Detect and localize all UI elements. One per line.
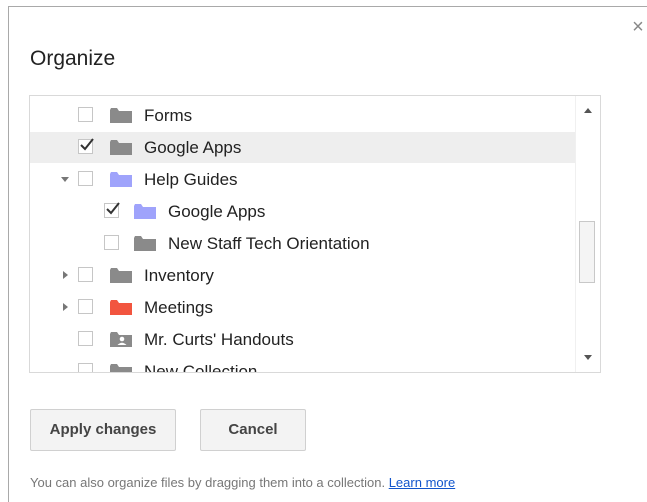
tree-item-label: Google Apps (144, 138, 242, 157)
checkbox[interactable] (78, 171, 93, 186)
tree-item-help-guides-google-apps[interactable]: Google Apps (30, 196, 577, 227)
tree-item-new-collection[interactable]: New Collection (30, 356, 577, 373)
tree-item-label: Meetings (144, 298, 213, 317)
tree-scrollbar[interactable] (575, 96, 600, 372)
checkmark-icon (80, 138, 94, 151)
tree-item-inventory[interactable]: Inventory (30, 260, 577, 291)
tree-item-label: Forms (144, 106, 193, 125)
footer-text: You can also organize files by dragging … (30, 475, 386, 490)
collapse-arrow-icon[interactable] (63, 271, 68, 279)
close-icon[interactable]: × (629, 17, 647, 37)
tree-item-label: Mr. Curts' Handouts (144, 330, 294, 349)
collapse-arrow-icon[interactable] (63, 303, 68, 311)
checkbox[interactable] (78, 363, 93, 372)
tree-item-label: New Collection (144, 362, 258, 373)
tree-item-help-guides[interactable]: Help Guides (30, 164, 577, 195)
tree-item-label: Google Apps (168, 202, 266, 221)
checkbox[interactable] (78, 299, 93, 314)
scroll-down-arrow-icon[interactable] (584, 355, 592, 360)
tree-item-new-staff-tech-orientation[interactable]: New Staff Tech Orientation (30, 228, 577, 259)
purple-folder-icon (110, 172, 132, 187)
tree-item-google-apps[interactable]: Google Apps (30, 132, 577, 163)
footer-hint: You can also organize files by dragging … (30, 475, 455, 490)
gray-folder-icon (110, 108, 132, 123)
organize-dialog: Organize × Forms Google Apps Help Guides (8, 6, 647, 502)
red-folder-icon (110, 300, 132, 315)
tree-item-label: Inventory (144, 266, 214, 285)
apply-changes-button[interactable]: Apply changes (30, 409, 176, 451)
cancel-button[interactable]: Cancel (200, 409, 306, 451)
checkbox[interactable] (78, 267, 93, 282)
collection-tree: Forms Google Apps Help Guides Google App… (29, 95, 601, 373)
gray-folder-icon (110, 140, 132, 155)
purple-folder-icon (134, 204, 156, 219)
gray-folder-icon (134, 236, 156, 251)
gray-folder-icon (110, 364, 132, 372)
learn-more-link[interactable]: Learn more (389, 475, 455, 490)
expand-arrow-icon[interactable] (61, 177, 69, 182)
tree-item-forms[interactable]: Forms (30, 100, 577, 131)
scroll-up-arrow-icon[interactable] (584, 108, 592, 113)
checkbox-checked[interactable] (104, 202, 120, 218)
tree-item-label: New Staff Tech Orientation (168, 234, 370, 253)
checkmark-icon (106, 202, 120, 215)
dialog-title: Organize (30, 47, 116, 70)
checkbox[interactable] (104, 235, 119, 250)
checkbox[interactable] (78, 107, 93, 122)
tree-item-label: Help Guides (144, 170, 238, 189)
gray-folder-icon (110, 268, 132, 283)
checkbox-checked[interactable] (78, 138, 94, 154)
shared-folder-icon (110, 332, 132, 347)
scrollbar-thumb[interactable] (579, 221, 595, 283)
checkbox[interactable] (78, 331, 93, 346)
tree-item-mr-curts-handouts[interactable]: Mr. Curts' Handouts (30, 324, 577, 355)
tree-item-meetings[interactable]: Meetings (30, 292, 577, 323)
